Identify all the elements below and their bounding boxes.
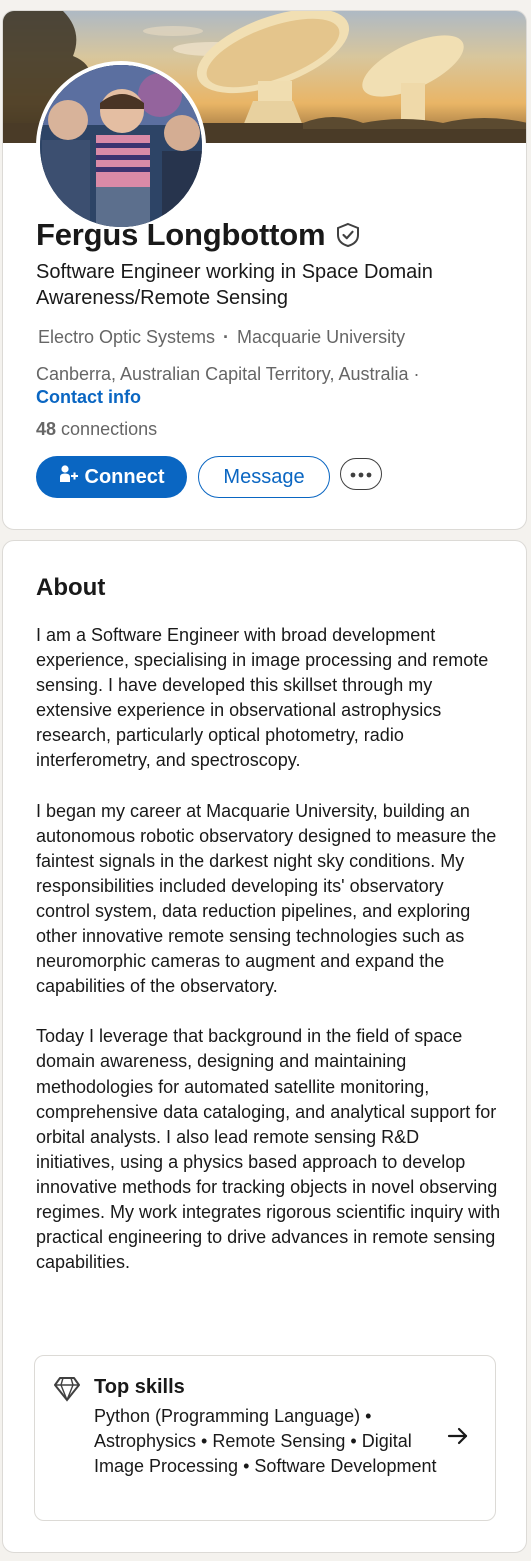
- top-skills-list: Python (Programming Language) • Astrophy…: [94, 1406, 437, 1476]
- separator-dot: ·: [223, 327, 230, 347]
- connections-count[interactable]: 48 connections: [36, 419, 157, 440]
- shield-check-icon[interactable]: [335, 222, 361, 248]
- profile-name: Fergus Longbottom: [36, 217, 326, 252]
- message-button-label: Message: [223, 465, 305, 488]
- about-text: I am a Software Engineer with broad deve…: [36, 623, 501, 1300]
- person-add-icon: [59, 464, 79, 490]
- connections-number: 48: [36, 419, 57, 439]
- about-paragraph: Today I leverage that background in the …: [36, 1026, 501, 1273]
- profile-card: Fergus Longbottom Software Engineer work…: [2, 10, 527, 530]
- more-actions-button[interactable]: [340, 458, 382, 490]
- diamond-icon: [53, 1376, 81, 1402]
- profile-headline: Software Engineer working in Space Domai…: [36, 261, 433, 309]
- more-horizontal-icon: [350, 465, 372, 483]
- contact-info-link[interactable]: Contact info: [36, 386, 141, 408]
- about-paragraph: I am a Software Engineer with broad deve…: [36, 625, 489, 771]
- org-current-employer[interactable]: Electro Optic Systems: [38, 327, 215, 348]
- about-card: About I am a Software Engineer with broa…: [2, 540, 527, 1553]
- message-button[interactable]: Message: [198, 456, 330, 498]
- top-skills-title: Top skills: [94, 1376, 185, 1398]
- about-paragraph: I began my career at Macquarie Universit…: [36, 800, 497, 997]
- profile-location: Canberra, Australian Capital Territory, …: [36, 364, 420, 384]
- connect-button-label: Connect: [84, 465, 165, 488]
- arrow-right-icon[interactable]: [447, 1426, 469, 1446]
- about-heading: About: [36, 574, 106, 601]
- top-skills-box[interactable]: Top skills Python (Programming Language)…: [34, 1355, 496, 1521]
- profile-organizations: Electro Optic Systems · Macquarie Univer…: [38, 327, 405, 348]
- name-row: Fergus Longbottom: [36, 217, 361, 253]
- connections-label: connections: [61, 419, 158, 439]
- org-education[interactable]: Macquarie University: [237, 327, 405, 348]
- connect-button[interactable]: Connect: [36, 456, 187, 498]
- profile-avatar[interactable]: [36, 61, 206, 231]
